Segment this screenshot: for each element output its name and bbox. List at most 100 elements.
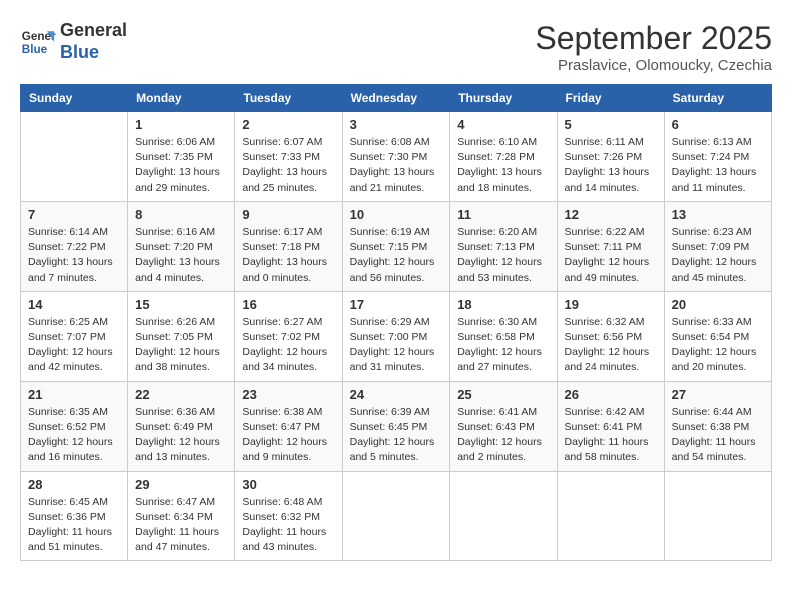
day-number: 12 [565, 207, 657, 222]
day-info: Sunrise: 6:23 AMSunset: 7:09 PMDaylight:… [672, 225, 764, 286]
week-row-3: 14 Sunrise: 6:25 AMSunset: 7:07 PMDayligh… [21, 291, 772, 381]
column-header-monday: Monday [128, 85, 235, 112]
week-row-1: 1 Sunrise: 6:06 AMSunset: 7:35 PMDaylight… [21, 112, 772, 202]
calendar-cell [342, 471, 450, 561]
day-number: 27 [672, 387, 764, 402]
day-number: 24 [350, 387, 443, 402]
calendar-cell: 14 Sunrise: 6:25 AMSunset: 7:07 PMDayligh… [21, 291, 128, 381]
day-info: Sunrise: 6:48 AMSunset: 6:32 PMDaylight:… [242, 495, 334, 556]
day-number: 3 [350, 117, 443, 132]
day-info: Sunrise: 6:19 AMSunset: 7:15 PMDaylight:… [350, 225, 443, 286]
column-header-wednesday: Wednesday [342, 85, 450, 112]
column-header-thursday: Thursday [450, 85, 557, 112]
day-number: 14 [28, 297, 120, 312]
calendar-cell: 29 Sunrise: 6:47 AMSunset: 6:34 PMDayligh… [128, 471, 235, 561]
calendar-cell: 15Sunrise: 6:26 AMSunset: 7:05 PMDayligh… [128, 291, 235, 381]
svg-text:Blue: Blue [22, 42, 48, 55]
day-info: Sunrise: 6:39 AMSunset: 6:45 PMDaylight:… [350, 405, 443, 466]
calendar-cell: 13Sunrise: 6:23 AMSunset: 7:09 PMDayligh… [664, 201, 771, 291]
calendar-cell: 6 Sunrise: 6:13 AMSunset: 7:24 PMDaylight… [664, 112, 771, 202]
day-info: Sunrise: 6:08 AMSunset: 7:30 PMDaylight:… [350, 135, 443, 196]
column-header-tuesday: Tuesday [235, 85, 342, 112]
day-info: Sunrise: 6:13 AMSunset: 7:24 PMDaylight:… [672, 135, 764, 196]
day-info: Sunrise: 6:33 AMSunset: 6:54 PMDaylight:… [672, 315, 764, 376]
days-header-row: SundayMondayTuesdayWednesdayThursdayFrid… [21, 85, 772, 112]
day-number: 1 [135, 117, 227, 132]
column-header-friday: Friday [557, 85, 664, 112]
calendar-cell [21, 112, 128, 202]
column-header-sunday: Sunday [21, 85, 128, 112]
day-number: 2 [242, 117, 334, 132]
day-number: 16 [242, 297, 334, 312]
day-number: 30 [242, 477, 334, 492]
calendar-cell: 21 Sunrise: 6:35 AMSunset: 6:52 PMDayligh… [21, 381, 128, 471]
calendar-cell: 2 Sunrise: 6:07 AMSunset: 7:33 PMDaylight… [235, 112, 342, 202]
day-number: 7 [28, 207, 120, 222]
day-number: 4 [457, 117, 549, 132]
day-number: 19 [565, 297, 657, 312]
day-info: Sunrise: 6:47 AMSunset: 6:34 PMDaylight:… [135, 495, 227, 556]
calendar-cell: 23 Sunrise: 6:38 AMSunset: 6:47 PMDayligh… [235, 381, 342, 471]
calendar-cell: 16 Sunrise: 6:27 AMSunset: 7:02 PMDayligh… [235, 291, 342, 381]
day-number: 29 [135, 477, 227, 492]
calendar-cell: 12 Sunrise: 6:22 AMSunset: 7:11 PMDayligh… [557, 201, 664, 291]
calendar-cell: 8Sunrise: 6:16 AMSunset: 7:20 PMDaylight… [128, 201, 235, 291]
logo-text: General Blue [60, 20, 127, 63]
calendar-cell [664, 471, 771, 561]
month-year: September 2025 [535, 20, 772, 57]
calendar-table: SundayMondayTuesdayWednesdayThursdayFrid… [20, 84, 772, 561]
calendar-cell: 18 Sunrise: 6:30 AMSunset: 6:58 PMDayligh… [450, 291, 557, 381]
day-number: 22 [135, 387, 227, 402]
day-number: 6 [672, 117, 764, 132]
day-info: Sunrise: 6:35 AMSunset: 6:52 PMDaylight:… [28, 405, 120, 466]
day-info: Sunrise: 6:22 AMSunset: 7:11 PMDaylight:… [565, 225, 657, 286]
calendar-cell: 3 Sunrise: 6:08 AMSunset: 7:30 PMDaylight… [342, 112, 450, 202]
day-info: Sunrise: 6:30 AMSunset: 6:58 PMDaylight:… [457, 315, 549, 376]
day-number: 5 [565, 117, 657, 132]
day-number: 18 [457, 297, 549, 312]
calendar-cell: 19Sunrise: 6:32 AMSunset: 6:56 PMDayligh… [557, 291, 664, 381]
logo-icon: General Blue [20, 24, 56, 60]
calendar-cell: 11 Sunrise: 6:20 AMSunset: 7:13 PMDayligh… [450, 201, 557, 291]
day-info: Sunrise: 6:10 AMSunset: 7:28 PMDaylight:… [457, 135, 549, 196]
day-number: 21 [28, 387, 120, 402]
day-info: Sunrise: 6:27 AMSunset: 7:02 PMDaylight:… [242, 315, 334, 376]
day-info: Sunrise: 6:06 AMSunset: 7:35 PMDaylight:… [135, 135, 227, 196]
day-info: Sunrise: 6:41 AMSunset: 6:43 PMDaylight:… [457, 405, 549, 466]
day-number: 9 [242, 207, 334, 222]
calendar-cell [557, 471, 664, 561]
week-row-5: 28Sunrise: 6:45 AMSunset: 6:36 PMDayligh… [21, 471, 772, 561]
header: General Blue General Blue September 2025… [20, 20, 772, 74]
day-number: 15 [135, 297, 227, 312]
day-info: Sunrise: 6:38 AMSunset: 6:47 PMDaylight:… [242, 405, 334, 466]
day-number: 28 [28, 477, 120, 492]
day-info: Sunrise: 6:25 AMSunset: 7:07 PMDaylight:… [28, 315, 120, 376]
day-info: Sunrise: 6:20 AMSunset: 7:13 PMDaylight:… [457, 225, 549, 286]
day-number: 23 [242, 387, 334, 402]
week-row-2: 7Sunrise: 6:14 AMSunset: 7:22 PMDaylight… [21, 201, 772, 291]
calendar-cell: 26Sunrise: 6:42 AMSunset: 6:41 PMDayligh… [557, 381, 664, 471]
calendar-cell: 9Sunrise: 6:17 AMSunset: 7:18 PMDaylight… [235, 201, 342, 291]
day-info: Sunrise: 6:11 AMSunset: 7:26 PMDaylight:… [565, 135, 657, 196]
day-info: Sunrise: 6:36 AMSunset: 6:49 PMDaylight:… [135, 405, 227, 466]
day-number: 11 [457, 207, 549, 222]
calendar-cell: 20 Sunrise: 6:33 AMSunset: 6:54 PMDayligh… [664, 291, 771, 381]
day-info: Sunrise: 6:29 AMSunset: 7:00 PMDaylight:… [350, 315, 443, 376]
calendar-cell: 22 Sunrise: 6:36 AMSunset: 6:49 PMDayligh… [128, 381, 235, 471]
calendar-cell [450, 471, 557, 561]
day-info: Sunrise: 6:07 AMSunset: 7:33 PMDaylight:… [242, 135, 334, 196]
calendar-cell: 24 Sunrise: 6:39 AMSunset: 6:45 PMDayligh… [342, 381, 450, 471]
calendar-cell: 17 Sunrise: 6:29 AMSunset: 7:00 PMDayligh… [342, 291, 450, 381]
calendar-cell: 27Sunrise: 6:44 AMSunset: 6:38 PMDayligh… [664, 381, 771, 471]
month-title: September 2025 Praslavice, Olomoucky, Cz… [535, 20, 772, 74]
day-number: 8 [135, 207, 227, 222]
column-header-saturday: Saturday [664, 85, 771, 112]
day-number: 17 [350, 297, 443, 312]
calendar-cell: 7Sunrise: 6:14 AMSunset: 7:22 PMDaylight… [21, 201, 128, 291]
logo: General Blue General Blue [20, 20, 127, 63]
day-number: 10 [350, 207, 443, 222]
day-number: 20 [672, 297, 764, 312]
calendar-cell: 30 Sunrise: 6:48 AMSunset: 6:32 PMDayligh… [235, 471, 342, 561]
location: Praslavice, Olomoucky, Czechia [535, 57, 772, 74]
calendar-cell: 10 Sunrise: 6:19 AMSunset: 7:15 PMDayligh… [342, 201, 450, 291]
